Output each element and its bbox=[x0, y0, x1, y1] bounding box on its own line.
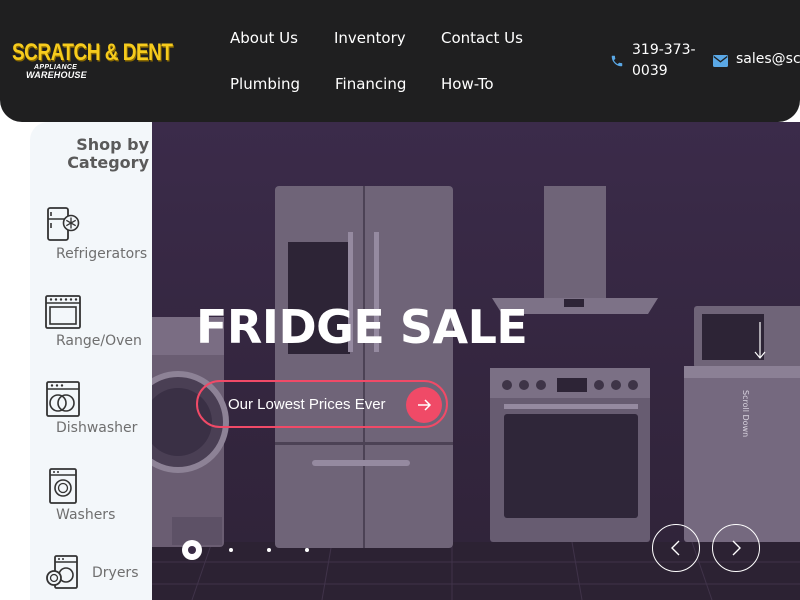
arrow-right-icon bbox=[406, 387, 442, 423]
cta-button[interactable]: Our Lowest Prices Ever bbox=[196, 380, 448, 428]
scroll-down-arrow-icon[interactable] bbox=[752, 322, 772, 422]
nav-financing[interactable]: Financing bbox=[335, 75, 406, 93]
category-washers[interactable]: Washers bbox=[56, 507, 115, 523]
site-logo[interactable]: SCRATCH & DENT APPLIANCE WAREHOUSE bbox=[10, 40, 173, 82]
appliances-background-image bbox=[152, 186, 800, 600]
category-sidebar: Shop by Category Refrigerators Range/Ove… bbox=[30, 122, 152, 600]
category-dishwasher[interactable]: Dishwasher bbox=[56, 420, 137, 436]
phone-icon bbox=[611, 55, 623, 67]
chevron-left-icon bbox=[671, 540, 680, 556]
category-refrigerators[interactable]: Refrigerators bbox=[56, 246, 147, 262]
category-range-oven[interactable]: Range/Oven bbox=[56, 333, 142, 349]
slide-dot-2[interactable] bbox=[229, 548, 233, 552]
nav-about-us[interactable]: About Us bbox=[230, 29, 298, 47]
logo-line3: WAREHOUSE bbox=[26, 70, 87, 80]
mail-icon bbox=[713, 55, 728, 67]
nav-how-to[interactable]: How-To bbox=[441, 75, 494, 93]
slider-next-button[interactable] bbox=[712, 524, 760, 572]
hero-slider: FRIDGE SALE Our Lowest Prices Ever Scrol… bbox=[152, 122, 800, 600]
hero-title: FRIDGE SALE bbox=[196, 300, 528, 354]
chevron-right-icon bbox=[732, 540, 741, 556]
site-header: SCRATCH & DENT APPLIANCE WAREHOUSE About… bbox=[0, 0, 800, 122]
nav-plumbing[interactable]: Plumbing bbox=[230, 75, 300, 93]
sidebar-title: Shop by Category bbox=[67, 135, 149, 172]
washer-icon[interactable] bbox=[45, 468, 81, 504]
dishwasher-icon[interactable] bbox=[45, 381, 81, 417]
phone-number[interactable]: 319-373-0039 bbox=[632, 40, 702, 82]
slide-dot-1[interactable] bbox=[182, 540, 202, 560]
slide-dot-3[interactable] bbox=[267, 548, 271, 552]
dryer-icon[interactable] bbox=[45, 554, 81, 590]
nav-contact-us[interactable]: Contact Us bbox=[441, 29, 523, 47]
nav-inventory[interactable]: Inventory bbox=[334, 29, 406, 47]
scroll-down-label[interactable]: Scroll Down bbox=[741, 390, 750, 437]
slider-prev-button[interactable] bbox=[652, 524, 700, 572]
refrigerator-icon[interactable] bbox=[45, 206, 81, 242]
email-address[interactable]: sales@sc bbox=[736, 51, 800, 67]
category-dryers[interactable]: Dryers bbox=[92, 565, 138, 581]
slide-dot-4[interactable] bbox=[305, 548, 309, 552]
range-oven-icon[interactable] bbox=[45, 294, 81, 330]
cta-label: Our Lowest Prices Ever bbox=[228, 396, 386, 413]
